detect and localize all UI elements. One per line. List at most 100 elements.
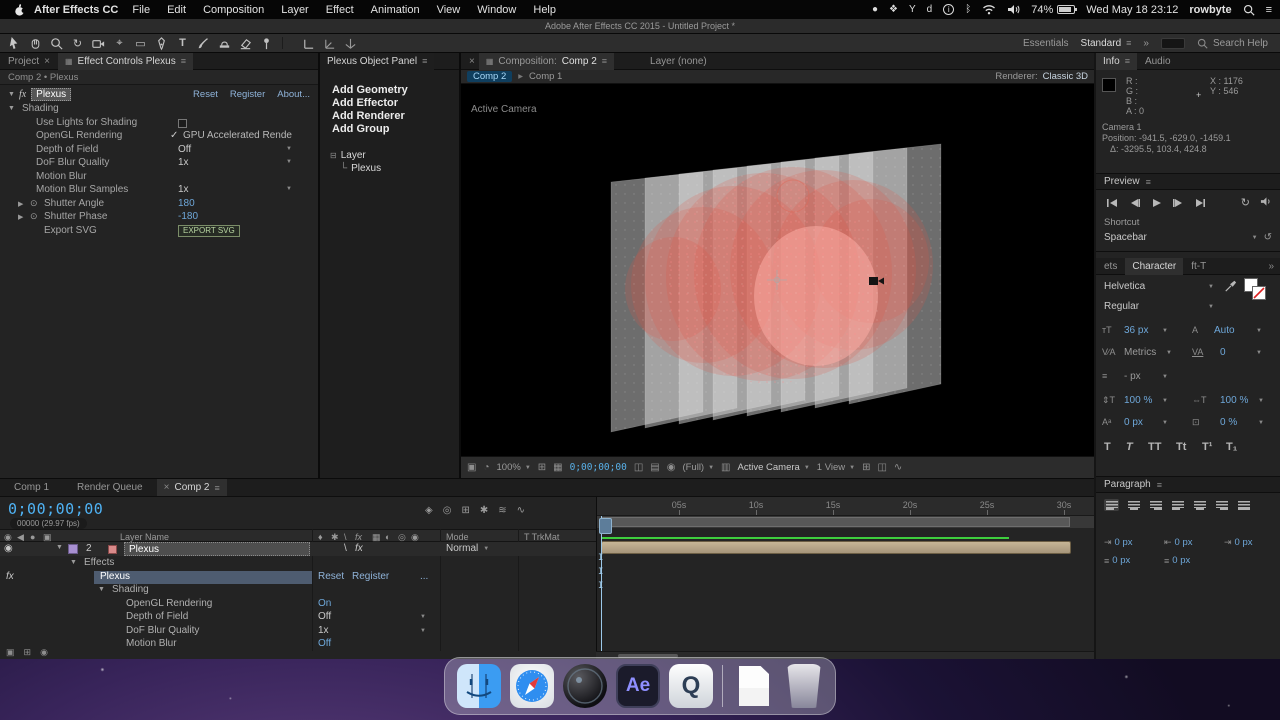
align-right-button[interactable]	[1148, 499, 1163, 511]
blend-mode-dropdown[interactable]: Normal ▼	[446, 543, 489, 554]
eyedropper-icon[interactable]	[1224, 279, 1237, 292]
shading-group-row[interactable]: ▼ Shading	[0, 584, 596, 598]
dropdown-arrow-icon[interactable]: ▼	[1256, 328, 1262, 334]
menu-window[interactable]: Window	[477, 4, 516, 16]
safari-dock-icon[interactable]	[510, 664, 554, 708]
dropdown-arrow-icon[interactable]: ▼	[420, 614, 426, 620]
layer-label-chip[interactable]	[68, 544, 78, 554]
battery-indicator[interactable]: 74%	[1031, 4, 1078, 16]
motion-blur-switch-icon[interactable]: ◐	[385, 532, 390, 542]
layer-eye-icon[interactable]: ◉	[4, 543, 13, 554]
reset-preview-icon[interactable]: ↺	[1264, 232, 1272, 243]
fx-badge-icon[interactable]: fx	[6, 571, 14, 582]
local-axis-mode-icon[interactable]	[298, 35, 319, 52]
effect-name[interactable]: Plexus	[31, 87, 72, 101]
hide-shy-layers-icon[interactable]: ⊞	[461, 505, 469, 516]
menu-file[interactable]: File	[132, 4, 150, 16]
region-of-interest-icon[interactable]: ▥	[721, 462, 730, 473]
hand-tool[interactable]	[25, 35, 46, 52]
crumb-comp2[interactable]: Comp 2	[467, 71, 513, 82]
add-geometry-button[interactable]: Add Geometry	[330, 84, 449, 97]
tree-node-plexus[interactable]: └ Plexus	[340, 163, 449, 174]
property-row-depth-of-field[interactable]: Depth of Field Off ▼	[0, 144, 318, 158]
expand-layer-switches-icon[interactable]: ▣	[6, 647, 15, 658]
menu-layer[interactable]: Layer	[281, 4, 309, 16]
solo-column-icon[interactable]: ●	[30, 532, 35, 542]
indent-left-field[interactable]: ⇥ 0 px	[1104, 537, 1133, 548]
comp-mini-flowchart-icon[interactable]: ◈	[425, 505, 433, 516]
expand-inout-icon[interactable]: ◉	[40, 647, 48, 658]
y-status-icon[interactable]: Y	[909, 4, 916, 15]
zoom-dropdown[interactable]: 100% ▼	[497, 462, 531, 473]
timeline-frames-field[interactable]: 00000 (29.97 fps)	[10, 518, 87, 529]
font-style-dropdown[interactable]: Regular ▼	[1104, 301, 1214, 312]
wifi-icon[interactable]	[982, 4, 996, 15]
tab-comp1-timeline[interactable]: Comp 1	[0, 482, 63, 493]
grid-icon[interactable]: ▦	[553, 462, 562, 473]
panel-menu-icon[interactable]: ≡	[1146, 177, 1151, 187]
always-preview-icon[interactable]: ▣	[467, 462, 476, 473]
renderer-value[interactable]: Classic 3D	[1043, 71, 1088, 82]
show-snapshot-icon[interactable]: ▤	[650, 462, 659, 473]
d-status-icon[interactable]: d	[927, 4, 933, 15]
menu-composition[interactable]: Composition	[203, 4, 264, 16]
tracking-value[interactable]: 0	[1220, 347, 1226, 358]
draft-3d-icon[interactable]: ◎	[443, 505, 452, 516]
reset-link[interactable]: Reset	[318, 571, 344, 582]
tab-info[interactable]: Info ≡	[1096, 52, 1137, 70]
workspace-overflow-icon[interactable]: »	[1143, 38, 1149, 49]
document-dock-icon[interactable]	[732, 664, 776, 708]
vertical-scale-value[interactable]: 100 %	[1124, 395, 1152, 406]
space-after-field[interactable]: ≡ 0 px	[1164, 555, 1190, 566]
tree-node-layer[interactable]: ⊟ Layer	[330, 150, 449, 161]
pan-behind-tool[interactable]: ⌖	[109, 35, 130, 52]
reset-link[interactable]: Reset	[193, 89, 218, 100]
tsume-value[interactable]: 0 %	[1220, 417, 1237, 428]
quicktime-dock-icon[interactable]: Q	[669, 664, 713, 708]
dropdown-arrow-icon[interactable]: ▼	[1162, 398, 1168, 404]
tl-property-dof-quality[interactable]: DoF Blur Quality 1x ▼	[0, 625, 596, 639]
small-caps-button[interactable]: Tt	[1176, 441, 1186, 453]
align-center-button[interactable]	[1126, 499, 1141, 511]
justify-last-right-button[interactable]	[1214, 499, 1229, 511]
active-camera-dropdown[interactable]: Active Camera ▼	[738, 462, 810, 473]
superscript-button[interactable]: T¹	[1202, 441, 1212, 453]
export-svg-button[interactable]: EXPORT SVG	[178, 224, 240, 237]
workspace-standard[interactable]: Standard ≡	[1081, 38, 1132, 49]
tab-tracker-partial[interactable]: ft-T	[1183, 261, 1214, 272]
tab-layer[interactable]: Layer (none)	[642, 56, 715, 67]
layer-quality-icon[interactable]: \	[344, 543, 347, 554]
apple-menu-icon[interactable]	[14, 3, 26, 17]
dropdown-arrow-icon[interactable]: ▼	[1258, 420, 1264, 426]
tab-plexus-object-panel[interactable]: Plexus Object Panel ≡	[320, 53, 435, 70]
layer-name[interactable]: Plexus	[124, 542, 310, 556]
panel-menu-icon[interactable]: ≡	[1157, 480, 1162, 490]
indent-firstline-field[interactable]: ⇥ 0 px	[1224, 537, 1253, 548]
more-link[interactable]: ...	[420, 571, 428, 582]
subscript-button[interactable]: T₁	[1226, 441, 1237, 453]
mask-shape-tool[interactable]: ▭	[130, 35, 151, 52]
faux-italic-button[interactable]: T	[1126, 441, 1133, 453]
property-row-dof-quality[interactable]: DoF Blur Quality 1x ▼	[0, 157, 318, 171]
work-area-bar[interactable]	[601, 517, 1070, 527]
dropdown-arrow-icon[interactable]: ▼	[1162, 328, 1168, 334]
world-axis-mode-icon[interactable]	[319, 35, 340, 52]
about-link[interactable]: About...	[277, 89, 310, 100]
space-before-field[interactable]: ≡ 0 px	[1104, 555, 1130, 566]
zoom-tool[interactable]	[46, 35, 67, 52]
graph-editor-icon[interactable]: ∿	[517, 505, 525, 516]
menu-app-name[interactable]: After Effects CC	[34, 4, 118, 16]
property-row-motion-blur[interactable]: Motion Blur	[0, 171, 318, 185]
faux-bold-button[interactable]: T	[1104, 441, 1111, 453]
tab-character[interactable]: Character	[1125, 257, 1184, 275]
layer-twirl-icon[interactable]: ▼	[56, 544, 63, 551]
search-help-field[interactable]: Search Help	[1197, 38, 1268, 49]
plexus-effect-row[interactable]: fx Plexus Reset Register ...	[0, 570, 596, 584]
tab-project[interactable]: Project ×	[0, 56, 58, 67]
checkbox[interactable]	[178, 118, 187, 128]
layer-duration-bar[interactable]	[601, 541, 1071, 554]
stroke-width-value[interactable]: - px	[1124, 371, 1141, 382]
property-row-mb-samples[interactable]: Motion Blur Samples 1x ▼	[0, 184, 318, 198]
menubar-user[interactable]: rowbyte	[1189, 4, 1231, 16]
leading-value[interactable]: Auto	[1214, 325, 1235, 336]
